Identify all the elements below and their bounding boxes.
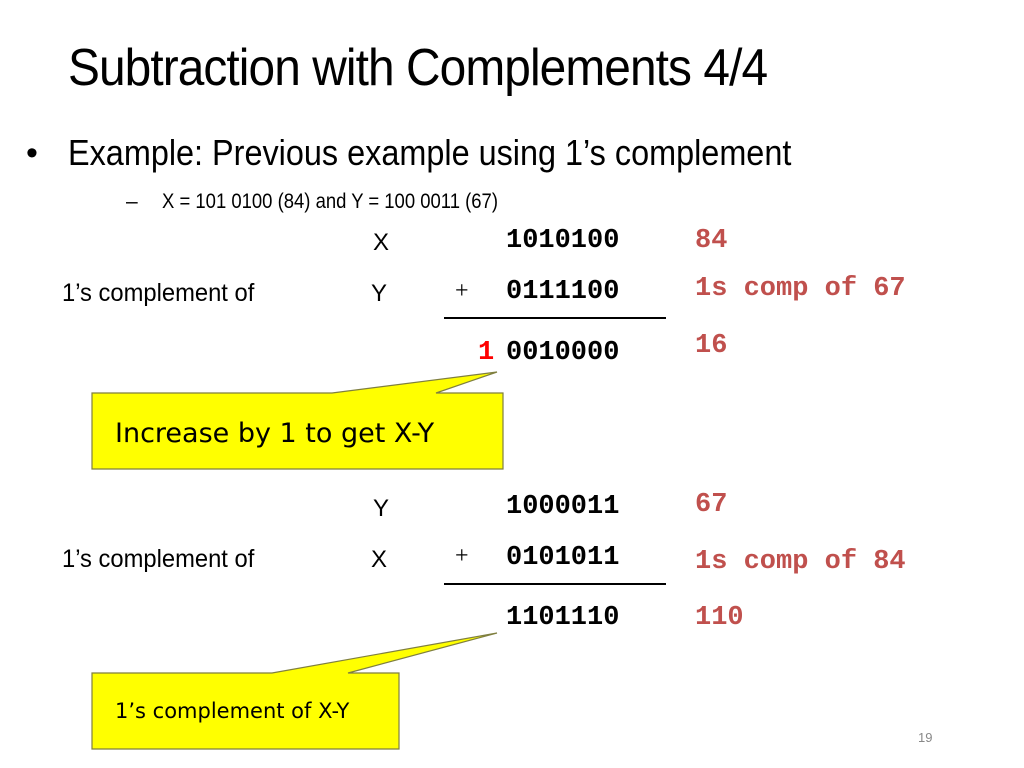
binary-y-complement: 0111100 xyxy=(506,277,620,307)
var-y: Y xyxy=(371,280,388,307)
plus-sign: + xyxy=(455,543,469,569)
binary-result: 0010000 xyxy=(506,338,620,368)
callout-shapes xyxy=(91,371,504,750)
note-comp-67: 1s comp of 67 xyxy=(695,274,906,304)
note-67: 67 xyxy=(695,490,728,520)
var-y: Y xyxy=(373,495,390,522)
note-84: 84 xyxy=(695,226,728,256)
note-110: 110 xyxy=(695,603,744,633)
row-label-complement: 1’s complement of xyxy=(62,545,255,573)
sum-rule xyxy=(444,317,666,319)
callout-box-complement xyxy=(91,632,498,750)
plus-sign: + xyxy=(455,278,469,304)
callout-text-increase: Increase by 1 to get X-Y xyxy=(115,418,435,449)
callout-text-complement: 1’s complement of X-Y xyxy=(115,699,350,723)
binary-x: 1010100 xyxy=(506,226,620,256)
sum-rule xyxy=(444,583,666,585)
row-label-complement: 1’s complement of xyxy=(62,279,255,307)
binary-y: 1000011 xyxy=(506,492,620,522)
note-16: 16 xyxy=(695,331,728,361)
end-around-carry: 1 xyxy=(478,338,495,368)
binary-x-complement: 0101011 xyxy=(506,543,620,573)
var-x: X xyxy=(373,229,390,256)
var-x: X xyxy=(371,546,388,573)
page-number: 19 xyxy=(918,730,933,745)
binary-result: 1101110 xyxy=(506,603,620,633)
note-comp-84: 1s comp of 84 xyxy=(695,547,906,577)
